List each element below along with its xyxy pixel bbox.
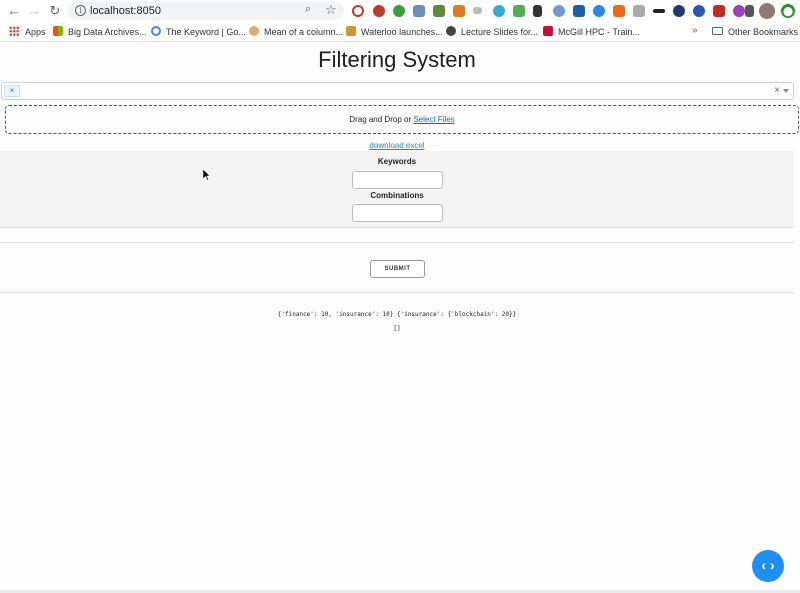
extension-icon[interactable]	[473, 7, 482, 14]
microsoft-icon	[53, 26, 63, 36]
reload-icon[interactable]: ↻	[47, 3, 63, 19]
upload-instructions: Drag and Drop or	[349, 115, 414, 124]
file-upload-dropzone[interactable]: Drag and Drop or Select Files	[5, 105, 799, 134]
extension-icon[interactable]	[513, 5, 525, 17]
bookmark-label: Mean of a column...	[264, 27, 344, 37]
bookmark-label: The Keyword | Go...	[166, 27, 246, 37]
back-icon[interactable]: ←	[6, 3, 22, 19]
puzzle-icon[interactable]	[745, 5, 754, 17]
submit-button[interactable]: SUBMIT	[370, 260, 425, 278]
download-excel-link[interactable]: download excel	[0, 141, 794, 150]
waterloo-icon	[346, 26, 356, 36]
extension-icon[interactable]	[713, 5, 725, 17]
bookmarks-overflow-button[interactable]: »	[692, 25, 698, 36]
extension-icon[interactable]	[493, 5, 505, 17]
block-extension-icon[interactable]	[352, 5, 364, 17]
bookmark-label: Waterloo launches...	[361, 27, 443, 37]
google-icon	[151, 26, 161, 36]
divider	[0, 242, 794, 243]
apps-grid-icon	[9, 26, 19, 36]
address-bar[interactable]: i localhost:8050 ⌕ ☆	[68, 2, 344, 20]
bookmark-item[interactable]: Big Data Archives...	[53, 25, 147, 39]
divider	[0, 292, 794, 293]
extension-icon[interactable]	[373, 5, 385, 17]
metamask-icon[interactable]	[453, 5, 465, 17]
page-content: Filtering System × × Drag and Drop or Se…	[0, 43, 800, 593]
extension-icon[interactable]	[413, 5, 425, 17]
forward-icon[interactable]: →	[26, 3, 42, 19]
bookmark-item[interactable]: Lecture Slides for...	[446, 25, 538, 39]
dropdown-arrow-icon[interactable]	[783, 89, 789, 93]
account-icon[interactable]: ⬤	[781, 4, 795, 18]
dev-tools-toggle-button[interactable]: ‹ ›	[752, 550, 784, 582]
profile-avatar[interactable]	[759, 3, 775, 19]
other-bookmarks[interactable]: Other Bookmarks	[712, 25, 798, 39]
output-list: []	[393, 325, 401, 332]
mcgill-icon	[543, 26, 553, 36]
bookmark-label: Lecture Slides for...	[461, 27, 539, 37]
selected-tag-remove-button[interactable]: ×	[4, 85, 20, 97]
keywords-input[interactable]	[352, 171, 443, 189]
site-icon	[249, 26, 259, 36]
bookmark-item[interactable]: McGill HPC - Train...	[543, 25, 640, 39]
keywords-label: Keywords	[377, 157, 417, 166]
extension-icon[interactable]	[693, 5, 705, 17]
filter-form-panel: Keywords Combinations	[0, 151, 794, 228]
extension-icon[interactable]	[733, 5, 745, 17]
page-title: Filtering System	[318, 47, 476, 72]
download-icon[interactable]	[533, 5, 542, 17]
bookmark-item[interactable]: The Keyword | Go...	[151, 25, 246, 39]
bookmark-label: Big Data Archives...	[68, 27, 147, 37]
mouse-cursor-icon	[203, 169, 211, 181]
bookmark-apps[interactable]: Apps	[9, 25, 46, 39]
extension-icon[interactable]	[673, 5, 685, 17]
bookmark-label: McGill HPC - Train...	[558, 27, 641, 37]
other-bookmarks-label: Other Bookmarks	[728, 27, 799, 37]
bookmark-label: Apps	[25, 27, 46, 37]
zoom-icon[interactable]: ⌕	[305, 3, 311, 16]
combinations-input[interactable]	[352, 204, 443, 222]
bookmarks-bar: Apps Big Data Archives... The Keyword | …	[0, 22, 800, 42]
clear-selection-button[interactable]: ×	[774, 85, 780, 97]
globe-icon	[446, 26, 456, 36]
url-text: localhost:8050	[90, 5, 161, 17]
select-files-link[interactable]: Select Files	[413, 115, 454, 124]
bookmark-item[interactable]: Waterloo launches...	[346, 25, 443, 39]
extension-icon[interactable]	[613, 5, 625, 17]
multi-select-dropdown[interactable]: × ×	[1, 82, 794, 100]
extension-icon[interactable]	[433, 5, 445, 17]
combinations-label: Combinations	[370, 191, 424, 200]
evernote-icon[interactable]	[393, 5, 405, 17]
browser-toolbar: ← → ↻ i localhost:8050 ⌕ ☆ ⬤	[0, 0, 800, 22]
info-icon[interactable]: i	[75, 5, 86, 16]
extension-icon[interactable]	[553, 5, 565, 17]
share-icon[interactable]	[653, 9, 665, 13]
output-dicts: {'finance': 10, 'insurance': 10} {'insur…	[277, 311, 517, 318]
extension-icon[interactable]	[593, 5, 605, 17]
bookmark-item[interactable]: Mean of a column...	[249, 25, 343, 39]
extension-icon[interactable]	[633, 5, 645, 17]
folder-icon	[712, 27, 723, 35]
bookmark-star-icon[interactable]: ☆	[325, 2, 337, 18]
extension-icon[interactable]	[573, 5, 585, 17]
